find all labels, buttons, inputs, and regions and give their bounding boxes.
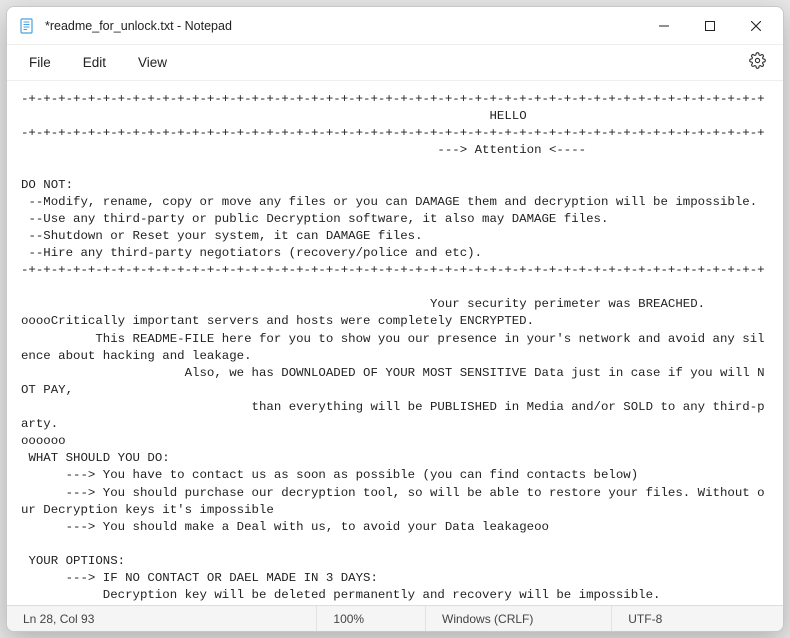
settings-button[interactable] xyxy=(739,45,775,81)
maximize-button[interactable] xyxy=(687,7,733,44)
notepad-icon xyxy=(19,18,35,34)
titlebar: *readme_for_unlock.txt - Notepad xyxy=(7,7,783,45)
status-cursor: Ln 28, Col 93 xyxy=(7,606,317,631)
minimize-button[interactable] xyxy=(641,7,687,44)
window-title: *readme_for_unlock.txt - Notepad xyxy=(45,19,641,33)
menubar: File Edit View xyxy=(7,45,783,81)
status-zoom: 100% xyxy=(317,606,426,631)
statusbar: Ln 28, Col 93 100% Windows (CRLF) UTF-8 xyxy=(7,605,783,631)
close-button[interactable] xyxy=(733,7,779,44)
menu-file[interactable]: File xyxy=(15,49,69,76)
gear-icon xyxy=(749,52,766,74)
status-encoding: UTF-8 xyxy=(612,606,783,631)
status-line-ending: Windows (CRLF) xyxy=(426,606,612,631)
menu-edit[interactable]: Edit xyxy=(69,49,124,76)
menu-view[interactable]: View xyxy=(124,49,185,76)
editor-content[interactable]: -+-+-+-+-+-+-+-+-+-+-+-+-+-+-+-+-+-+-+-+… xyxy=(7,81,783,605)
window-controls xyxy=(641,7,779,44)
notepad-window: *readme_for_unlock.txt - Notepad File Ed… xyxy=(6,6,784,632)
